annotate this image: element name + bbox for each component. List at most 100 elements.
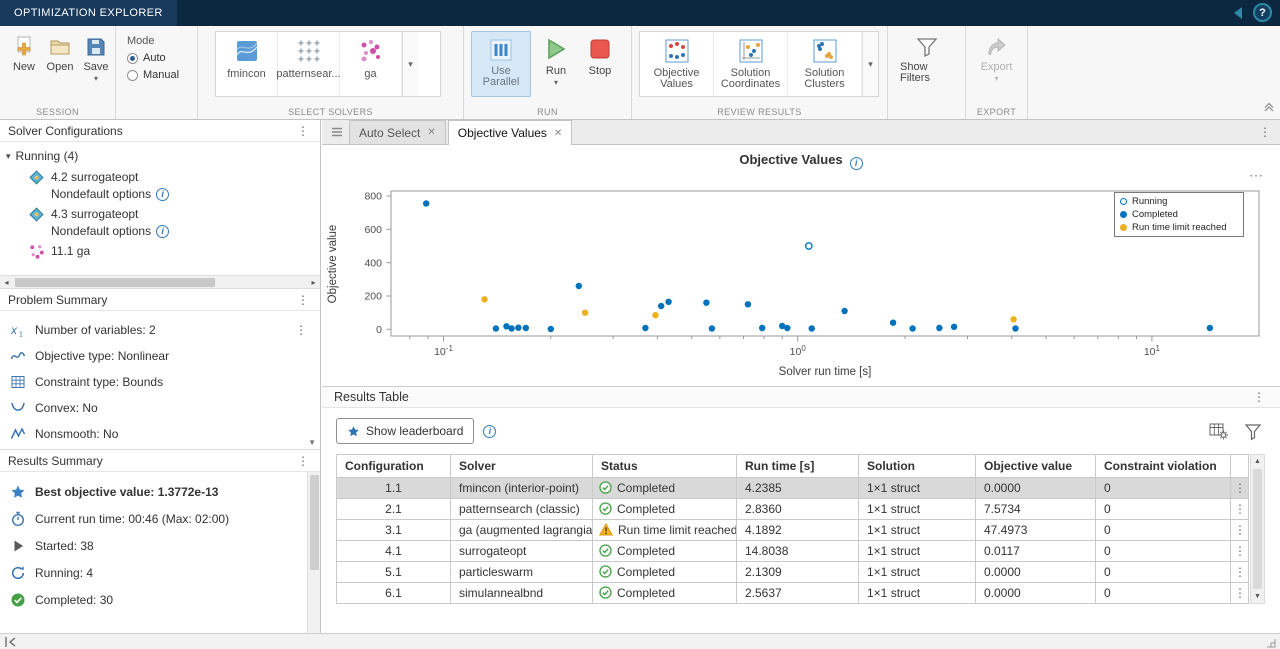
solver-config-item[interactable]: 4.2 surrogateopt Nondefault options i <box>28 169 314 203</box>
completed-icon <box>599 481 612 494</box>
tabbar-menu-button[interactable]: ⋮ <box>1256 126 1274 138</box>
summary-row: Nonsmooth: No <box>0 421 320 447</box>
stop-button[interactable]: Stop <box>581 31 619 97</box>
tab-auto-select[interactable]: Auto Select ✕ <box>349 120 446 144</box>
filter-icon <box>1243 421 1263 441</box>
solver-config-item[interactable]: 11.1 ga <box>28 243 314 260</box>
x-axis-label: Solver run time [s] <box>779 366 872 378</box>
new-button[interactable]: New <box>7 31 41 75</box>
panel-menu-button[interactable]: ⋮ <box>294 455 312 467</box>
table-settings-button[interactable] <box>1205 419 1231 443</box>
info-icon[interactable]: i <box>156 188 169 201</box>
panel-menu-button[interactable]: ⋮ <box>294 294 312 306</box>
review-gallery-caret[interactable]: ▾ <box>862 32 878 96</box>
solution-clusters-button[interactable]: Solution Clusters <box>788 32 862 96</box>
results-summary-panel: Results Summary ⋮ Best objective value: … <box>0 449 320 635</box>
close-icon[interactable]: ✕ <box>554 128 562 139</box>
table-vertical-scrollbar[interactable]: ▲ ▼ <box>1250 454 1265 604</box>
mode-manual-radio[interactable]: Manual <box>127 69 186 81</box>
row-menu-button[interactable]: ⋮ <box>1231 583 1249 604</box>
scrollbar-thumb[interactable] <box>15 278 215 287</box>
export-icon <box>984 35 1008 59</box>
legend-item: Completed <box>1120 209 1238 220</box>
table-row[interactable]: 2.1 patternsearch (classic) Completed <box>337 499 1249 520</box>
panel-menu-button[interactable]: ⋮ <box>294 125 312 137</box>
summary-row: Objective type: Nonlinear <box>0 343 320 369</box>
run-dropdown-caret[interactable]: ▾ <box>554 80 558 86</box>
info-icon[interactable]: i <box>156 225 169 238</box>
results-table-body: 1.1 fmincon (interior-point) Completed <box>337 478 1249 604</box>
nonsmooth-icon <box>10 426 26 442</box>
table-row[interactable]: 1.1 fmincon (interior-point) Completed <box>337 478 1249 499</box>
open-button[interactable]: Open <box>43 31 77 75</box>
summary-row: Best objective value: 1.3772e-13 <box>0 478 320 505</box>
solver-configurations-panel: Solver Configurations ⋮ ▾ Running (4) 4.… <box>0 120 320 288</box>
mode-auto-radio[interactable]: Auto <box>127 52 186 64</box>
solver-config-item[interactable]: 4.3 surrogateopt Nondefault options i <box>28 206 314 240</box>
tree-group-running[interactable]: ▾ Running (4) <box>6 146 314 166</box>
info-icon[interactable]: i <box>483 425 496 438</box>
scroll-right-icon[interactable]: ▸ <box>307 278 320 287</box>
section-export: Export ▾ EXPORT <box>966 26 1028 119</box>
help-button[interactable]: ? <box>1253 3 1272 22</box>
scroll-up-icon[interactable]: ▲ <box>1251 455 1264 468</box>
svg-text:200: 200 <box>364 291 382 303</box>
row-menu-button[interactable]: ⋮ <box>1231 478 1249 499</box>
titlebar: OPTIMIZATION EXPLORER ? <box>0 0 1280 26</box>
tab-objective-values[interactable]: Objective Values ✕ <box>448 120 573 145</box>
scroll-down-icon[interactable]: ▼ <box>1251 590 1264 603</box>
horizontal-scrollbar[interactable]: ◂ ▸ <box>0 275 320 288</box>
table-row[interactable]: 3.1 ga (augmented lagrangian) Run time l… <box>337 520 1249 541</box>
objective-values-button[interactable]: Objective Values <box>640 32 714 96</box>
table-row[interactable]: 6.1 simulannealbnd Completed 2.56 <box>337 583 1249 604</box>
scroll-left-icon[interactable]: ◂ <box>0 278 13 287</box>
export-button[interactable]: Export ▾ <box>976 31 1018 84</box>
solvers-gallery-caret[interactable]: ▾ <box>402 32 418 96</box>
results-table: Configuration Solver Status Run time [s]… <box>336 454 1249 604</box>
collapse-arrow-icon[interactable] <box>1230 5 1246 21</box>
scrollbar-thumb[interactable] <box>310 475 319 570</box>
row-menu-button[interactable]: ⋮ <box>1231 562 1249 583</box>
table-filter-button[interactable] <box>1240 419 1266 443</box>
info-icon[interactable]: i <box>850 157 863 170</box>
results-table-menu-button[interactable]: ⋮ <box>1250 391 1268 403</box>
scrollbar-thumb[interactable] <box>1253 469 1262 589</box>
table-row[interactable]: 4.1 surrogateopt Completed 14.803 <box>337 541 1249 562</box>
summary-row: Completed: 30 <box>0 586 320 613</box>
convex-icon <box>10 400 26 416</box>
run-button[interactable]: Run ▾ <box>537 31 575 97</box>
collapse-panel-icon[interactable] <box>4 636 18 648</box>
row-menu-button[interactable]: ⋮ <box>1231 499 1249 520</box>
toolstrip-collapse-button[interactable] <box>1263 102 1275 116</box>
completed-icon <box>599 502 612 515</box>
solution-coordinates-button[interactable]: Solution Coordinates <box>714 32 788 96</box>
show-leaderboard-button[interactable]: Show leaderboard <box>336 418 474 444</box>
solver-fmincon-tile[interactable]: fmincon <box>216 32 278 96</box>
use-parallel-button[interactable]: Use Parallel <box>471 31 531 97</box>
radio-unselected-icon <box>127 70 138 81</box>
status-icon-wrap <box>599 586 612 600</box>
tab-list-icon[interactable] <box>330 125 344 139</box>
save-dropdown-caret[interactable]: ▾ <box>94 76 98 82</box>
row-menu-button[interactable]: ⋮ <box>1231 541 1249 562</box>
solver-patternsearch-tile[interactable]: patternsear... <box>278 32 340 96</box>
solver-ga-tile[interactable]: ga <box>340 32 402 96</box>
resize-grip-icon[interactable] <box>1264 636 1276 648</box>
scroll-down-icon[interactable]: ▼ <box>308 438 316 447</box>
completed-icon <box>599 586 612 599</box>
summary-row: Current run time: 00:46 (Max: 02:00) <box>0 505 320 532</box>
ga-icon <box>358 38 384 64</box>
export-dropdown-caret[interactable]: ▾ <box>994 76 998 82</box>
close-icon[interactable]: ✕ <box>427 127 435 138</box>
row-menu-button[interactable]: ⋮ <box>292 324 310 336</box>
app-tab[interactable]: OPTIMIZATION EXPLORER <box>0 0 177 26</box>
row-menu-button[interactable]: ⋮ <box>1231 520 1249 541</box>
table-row[interactable]: 5.1 particleswarm Completed 2.130 <box>337 562 1249 583</box>
section-session: New Open Save ▾ SESSION <box>0 26 116 119</box>
vertical-scrollbar[interactable] <box>307 472 320 635</box>
summary-row: Constraint type: Bounds <box>0 369 320 395</box>
status-icon-wrap <box>599 544 612 558</box>
save-button[interactable]: Save ▾ <box>79 31 113 84</box>
show-filters-button[interactable]: Show Filters <box>895 31 958 86</box>
solution-clusters-icon <box>812 38 838 64</box>
